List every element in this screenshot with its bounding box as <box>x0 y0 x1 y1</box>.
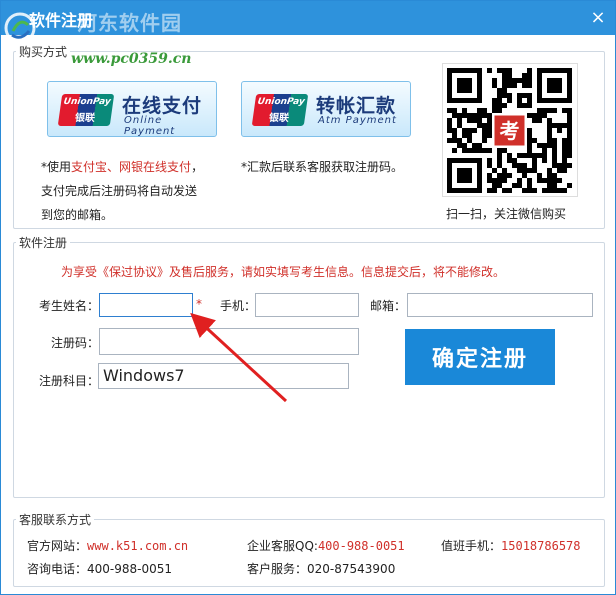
wechat-qr-code: 考 <box>442 63 578 197</box>
alipay-link[interactable]: 支付宝 <box>71 160 107 174</box>
title-bar: 河东软件园 软件注册 × <box>1 1 615 35</box>
online-payment-note: *使用支付宝、网银在线支付， 支付完成后注册码将自动发送 到您的邮箱。 <box>41 160 204 222</box>
code-label: 注册码： <box>51 336 100 350</box>
close-button[interactable]: × <box>587 7 609 29</box>
netbank-link[interactable]: 网银在线支付 <box>119 160 191 174</box>
email-label: 邮箱： <box>370 299 407 313</box>
phone-input[interactable] <box>255 293 359 317</box>
register-notice: 为享受《保过协议》及售后服务，请如实填写考生信息。信息提交后，将不能修改。 <box>61 265 506 279</box>
transfer-note: *汇款后联系客服获取注册码。 <box>241 160 404 174</box>
register-legend: 软件注册 <box>19 236 68 250</box>
online-payment-sublabel: Online Payment <box>124 115 176 137</box>
purchase-legend: 购买方式 <box>19 45 68 59</box>
registration-window: 河东软件园 软件注册 × www.pc0359.cn 购买方式 UnionPay… <box>0 0 616 595</box>
name-input[interactable] <box>99 293 193 317</box>
atm-payment-label: 转帐汇款 <box>316 95 397 117</box>
qr-center-logo: 考 <box>500 119 520 143</box>
website-row: 官方网站：www.k51.com.cn <box>27 539 189 553</box>
watermark-logo-icon <box>4 12 36 44</box>
name-label: 考生姓名： <box>39 299 100 313</box>
service-legend: 客服联系方式 <box>19 513 92 527</box>
code-input[interactable] <box>99 328 359 355</box>
online-payment-button[interactable]: UnionPay 银联 在线支付 Online Payment <box>47 81 217 137</box>
atm-payment-button[interactable]: UnionPay 银联 转帐汇款 Atm Payment <box>241 81 411 137</box>
qr-code-icon: 考 <box>447 68 572 193</box>
mobile-row: 值班手机：15018786578 <box>441 539 581 553</box>
qq-row: 企业客服QQ:400-988-0051 <box>247 539 405 553</box>
unionpay-logo-icon: UnionPay 银联 <box>251 94 309 126</box>
atm-payment-sublabel: Atm Payment <box>318 115 397 126</box>
online-payment-label: 在线支付 <box>122 95 203 117</box>
unionpay-logo-icon: UnionPay 银联 <box>57 94 115 126</box>
course-label: 注册科目： <box>39 374 100 388</box>
qq-value: 400-988-0051 <box>317 539 405 553</box>
mobile-value: 15018786578 <box>501 539 581 553</box>
window-title: 软件注册 <box>29 11 94 30</box>
hotline-value: 400-988-0051 <box>87 562 173 576</box>
qr-caption: 扫一扫，关注微信购买 <box>446 207 567 221</box>
hotline-row: 咨询电话：400-988-0051 <box>27 562 173 576</box>
course-input[interactable] <box>98 363 349 389</box>
confirm-register-button[interactable]: 确定注册 <box>405 329 555 385</box>
customer-service-row: 客户服务：020-87543900 <box>247 562 396 576</box>
required-mark: * <box>196 297 202 311</box>
phone-label: 手机： <box>220 299 257 313</box>
website-link[interactable]: www.k51.com.cn <box>87 539 188 553</box>
email-input[interactable] <box>407 293 593 317</box>
customer-service-value: 020-87543900 <box>307 562 396 576</box>
